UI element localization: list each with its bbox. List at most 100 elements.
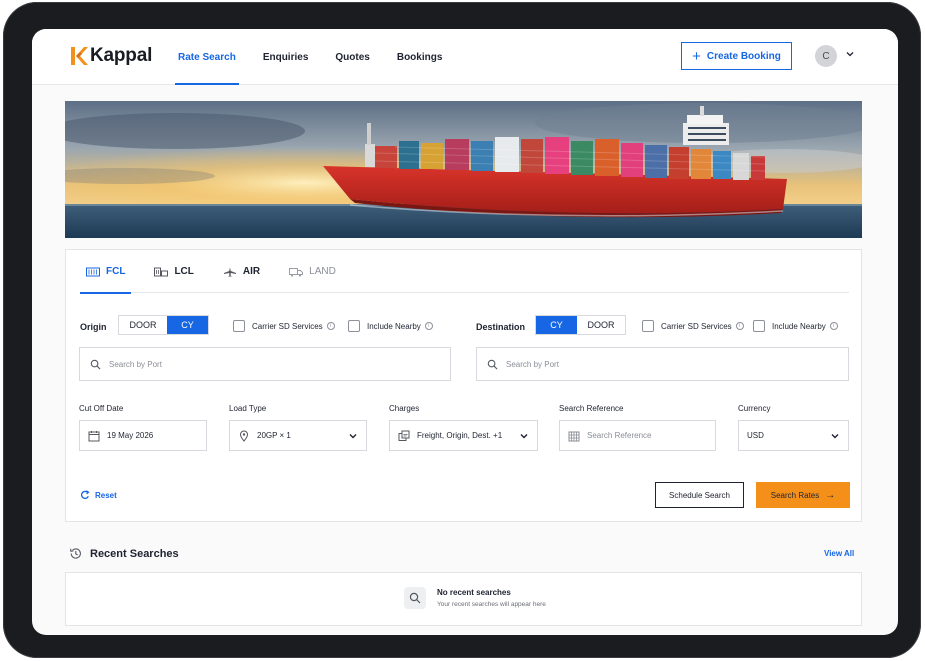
- tab-land-label: LAND: [309, 266, 336, 277]
- location-pin-icon: [239, 430, 249, 442]
- nav-quotes[interactable]: Quotes: [335, 29, 369, 85]
- tab-land[interactable]: LAND: [283, 250, 342, 293]
- rate-search-card: FCL LCL AIR LAND Origin DOOR CY Carrier …: [65, 249, 862, 522]
- checkbox-box[interactable]: [753, 320, 765, 332]
- mode-tabs: FCL LCL AIR LAND: [80, 250, 849, 294]
- destination-include-nearby-label: Include Nearby: [772, 321, 826, 331]
- nav-rate-search[interactable]: Rate Search: [175, 29, 239, 85]
- currency-label: Currency: [738, 404, 771, 413]
- destination-carrier-sd-checkbox[interactable]: Carrier SD Services i: [642, 320, 744, 332]
- warehouse-icon: [154, 267, 169, 276]
- load-type-label: Load Type: [229, 404, 267, 413]
- load-type-value: 20GP × 1: [257, 431, 291, 440]
- kappal-logo[interactable]: Kappal: [70, 44, 152, 68]
- currency-select[interactable]: USD: [738, 420, 849, 451]
- app-screen: Kappal Rate Search Enquiries Quotes Book…: [32, 29, 898, 635]
- recent-searches-empty-state: No recent searches Your recent searches …: [65, 572, 862, 626]
- destination-port-input[interactable]: [506, 359, 806, 369]
- refresh-icon: [81, 490, 90, 500]
- destination-cy-option[interactable]: CY: [536, 316, 577, 334]
- tab-air[interactable]: AIR: [217, 250, 266, 293]
- search-reference-input[interactable]: Search Reference: [559, 420, 716, 451]
- info-icon[interactable]: i: [829, 322, 838, 330]
- info-icon[interactable]: i: [424, 322, 433, 330]
- nav-enquiries[interactable]: Enquiries: [263, 29, 309, 85]
- origin-port-search[interactable]: [79, 347, 451, 381]
- search-reference-placeholder: Search Reference: [587, 431, 652, 440]
- create-booking-label: Create Booking: [706, 50, 781, 62]
- origin-cy-option[interactable]: CY: [167, 316, 208, 334]
- tab-lcl[interactable]: LCL: [148, 250, 199, 293]
- reset-button[interactable]: Reset: [80, 490, 117, 500]
- destination-include-nearby-checkbox[interactable]: Include Nearby i: [753, 320, 838, 332]
- schedule-search-button[interactable]: Schedule Search: [655, 482, 744, 508]
- origin-port-input[interactable]: [109, 359, 409, 369]
- cutoff-date-value: 19 May 2026: [107, 431, 154, 440]
- checkbox-box[interactable]: [348, 320, 360, 332]
- hero-banner-image: [65, 101, 862, 238]
- calendar-icon: [88, 430, 100, 441]
- search-icon: [404, 587, 426, 609]
- plus-icon: +: [692, 47, 701, 65]
- origin-carrier-sd-checkbox[interactable]: Carrier SD Services i: [233, 320, 335, 332]
- container-icon: [86, 267, 100, 276]
- info-icon[interactable]: i: [326, 322, 335, 330]
- empty-state-title: No recent searches: [437, 588, 511, 597]
- origin-door-option[interactable]: DOOR: [119, 316, 167, 334]
- history-icon: [70, 548, 81, 559]
- recent-searches-title: Recent Searches: [90, 547, 179, 560]
- charges-select[interactable]: Freight, Origin, Dest. +1: [389, 420, 538, 451]
- destination-carrier-sd-label: Carrier SD Services: [661, 321, 732, 331]
- checkbox-box[interactable]: [642, 320, 654, 332]
- user-avatar[interactable]: C: [815, 45, 837, 67]
- view-all-link[interactable]: View All: [824, 549, 854, 558]
- destination-label: Destination: [476, 322, 526, 332]
- chevron-down-icon: [349, 433, 357, 438]
- cutoff-date-picker[interactable]: 19 May 2026: [79, 420, 207, 451]
- checkbox-box[interactable]: [233, 320, 245, 332]
- currency-value: USD: [747, 431, 764, 440]
- tab-fcl[interactable]: FCL: [80, 250, 132, 294]
- kappal-logo-icon: [71, 47, 88, 65]
- arrow-right-icon: →: [825, 489, 836, 501]
- main-nav: Rate Search Enquiries Quotes Bookings: [175, 29, 469, 85]
- nav-bookings[interactable]: Bookings: [397, 29, 443, 85]
- building-icon: [568, 431, 580, 441]
- destination-port-search[interactable]: [476, 347, 849, 381]
- origin-include-nearby-label: Include Nearby: [367, 321, 421, 331]
- tab-air-label: AIR: [242, 266, 261, 277]
- origin-type-toggle: DOOR CY: [118, 315, 209, 335]
- tab-lcl-label: LCL: [174, 266, 194, 277]
- origin-include-nearby-checkbox[interactable]: Include Nearby i: [348, 320, 433, 332]
- info-icon[interactable]: i: [735, 322, 744, 330]
- charges-stack-icon: [398, 430, 410, 441]
- search-reference-label: Search Reference: [559, 404, 624, 413]
- chevron-down-icon: [831, 433, 839, 438]
- charges-value: Freight, Origin, Dest. +1: [417, 431, 503, 440]
- search-rates-button[interactable]: Search Rates →: [756, 482, 850, 508]
- container-ship-illustration: [65, 101, 862, 238]
- cutoff-date-label: Cut Off Date: [79, 404, 124, 413]
- magnifier-glyph: [409, 592, 421, 604]
- origin-carrier-sd-label: Carrier SD Services: [252, 321, 323, 331]
- reset-label: Reset: [95, 490, 117, 500]
- recent-searches-heading: Recent Searches: [69, 547, 179, 560]
- charges-label: Charges: [389, 404, 420, 413]
- create-booking-button[interactable]: + Create Booking: [681, 42, 792, 70]
- app-name: Kappal: [90, 45, 153, 66]
- chevron-down-icon: [520, 433, 528, 438]
- destination-type-toggle: CY DOOR: [535, 315, 626, 335]
- tab-fcl-label: FCL: [106, 266, 126, 277]
- top-nav-bar: Kappal Rate Search Enquiries Quotes Book…: [32, 29, 898, 85]
- load-type-select[interactable]: 20GP × 1: [229, 420, 367, 451]
- empty-state-subtitle: Your recent searches will appear here: [437, 601, 546, 608]
- destination-door-option[interactable]: DOOR: [577, 316, 625, 334]
- search-icon: [487, 359, 498, 369]
- search-rates-label: Search Rates: [770, 490, 820, 500]
- truck-icon: [289, 267, 304, 277]
- airplane-icon: [223, 267, 236, 276]
- chevron-down-icon[interactable]: [844, 48, 856, 60]
- tablet-frame: Kappal Rate Search Enquiries Quotes Book…: [3, 2, 921, 658]
- search-icon: [90, 359, 101, 369]
- origin-label: Origin: [80, 322, 107, 332]
